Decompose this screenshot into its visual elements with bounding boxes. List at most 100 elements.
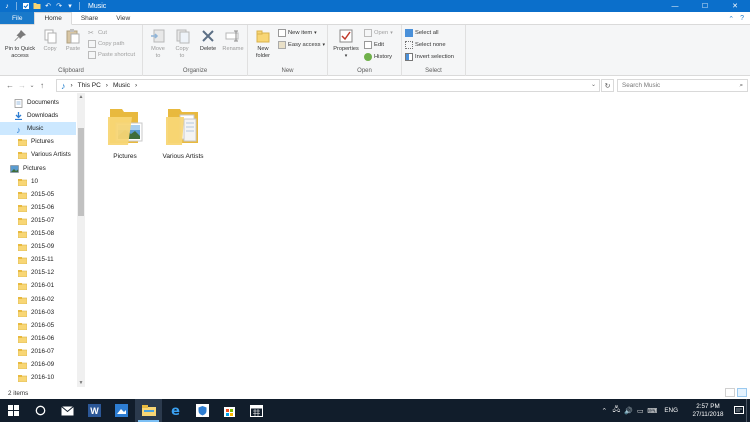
folder-tile-pictures[interactable]: Pictures	[97, 103, 153, 160]
properties-button[interactable]: Properties ▾	[330, 28, 362, 59]
nav-item-label: 2016-10	[31, 374, 55, 382]
nav-item[interactable]: Pictures	[0, 162, 46, 175]
new-folder-icon[interactable]	[33, 2, 41, 10]
copy-to-button[interactable]: Copy to	[171, 28, 193, 59]
search-input[interactable]: Search Music ⌕	[617, 79, 748, 92]
nav-item[interactable]: Various Artists	[0, 148, 71, 161]
large-icons-view-button[interactable]	[737, 388, 747, 397]
nav-item[interactable]: 2015-06	[0, 201, 54, 214]
photos-app-button[interactable]	[108, 399, 135, 422]
network-icon[interactable]: 🖧	[610, 399, 622, 422]
show-desktop-button[interactable]	[746, 399, 750, 422]
nav-item-label: 2015-05	[31, 190, 55, 198]
collapse-ribbon-icon[interactable]: ⌃	[728, 15, 734, 23]
maximize-button[interactable]: ☐	[690, 0, 720, 12]
folder-icon	[17, 296, 28, 304]
nav-item[interactable]: Pictures	[0, 135, 54, 148]
nav-item[interactable]: 2016-05	[0, 319, 54, 332]
address-dropdown-icon[interactable]: ⌄	[591, 81, 596, 88]
tab-home[interactable]: Home	[34, 12, 72, 25]
scrollbar-thumb[interactable]	[78, 128, 84, 216]
select-all-button[interactable]: Select all	[405, 29, 439, 37]
folder-tile-various-artists[interactable]: Various Artists	[155, 103, 211, 160]
invert-selection-button[interactable]: Invert selection	[405, 53, 454, 61]
word-app-button[interactable]: W	[81, 399, 108, 422]
volume-icon[interactable]: 🔊	[622, 399, 634, 422]
customize-toolbar-icon[interactable]: ▾	[66, 2, 74, 10]
redo-icon[interactable]: ↷	[55, 2, 63, 10]
nav-item[interactable]: 2016-07	[0, 345, 54, 358]
clock[interactable]: 2:57 PM 27/11/2018	[684, 403, 732, 419]
nav-item[interactable]: 2016-03	[0, 306, 54, 319]
close-button[interactable]: ✕	[720, 0, 750, 12]
recent-locations-icon[interactable]: ⌄	[28, 78, 36, 92]
nav-item[interactable]: ♪ Music	[0, 122, 76, 136]
nav-item[interactable]: 2015-07	[0, 214, 54, 227]
history-button[interactable]: History	[364, 53, 392, 61]
forward-arrow-icon[interactable]: →	[16, 78, 28, 92]
delete-button[interactable]: Delete	[197, 28, 219, 53]
show-hidden-icons-icon[interactable]: ⌃	[598, 399, 610, 422]
search-button[interactable]	[27, 399, 54, 422]
copy-path-button[interactable]: Copy path	[88, 40, 124, 48]
paste-shortcut-button[interactable]: Paste shortcut	[88, 51, 135, 59]
new-folder-button[interactable]: New folder	[251, 28, 275, 59]
scroll-down-icon[interactable]: ▼	[77, 379, 85, 387]
easy-access-button[interactable]: Easy access ▾	[278, 41, 325, 49]
minimize-button[interactable]: —	[660, 0, 690, 12]
nav-item[interactable]: Documents	[0, 96, 59, 109]
nav-item[interactable]: 2015-12	[0, 266, 54, 279]
nav-item[interactable]: Downloads	[0, 109, 58, 122]
up-arrow-icon[interactable]: ↑	[36, 78, 48, 92]
display-icon[interactable]: ▭	[634, 399, 646, 422]
nav-item[interactable]: 2015-11	[0, 253, 54, 266]
pin-quick-access-button[interactable]: Pin to Quick access	[3, 28, 37, 59]
undo-icon[interactable]: ↶	[44, 2, 52, 10]
keyboard-icon[interactable]: ⌨	[646, 399, 658, 422]
cut-button[interactable]: ✂ Cut	[88, 29, 107, 37]
refresh-button[interactable]: ↻	[601, 79, 614, 92]
select-none-button[interactable]: Select none	[405, 41, 446, 49]
details-view-button[interactable]	[725, 388, 735, 397]
nav-scrollbar[interactable]: ▲ ▼	[77, 93, 85, 387]
nav-item[interactable]: 2015-05	[0, 188, 54, 201]
nav-item-label: 2015-07	[31, 216, 55, 224]
nav-item[interactable]: 2016-09	[0, 358, 54, 371]
tab-file[interactable]: File	[0, 12, 35, 24]
tab-view[interactable]: View	[107, 12, 139, 24]
language-indicator[interactable]: ENG	[664, 407, 678, 414]
help-icon[interactable]: ?	[740, 15, 744, 22]
store-app-button[interactable]	[216, 399, 243, 422]
copy-button[interactable]: Copy	[40, 28, 60, 53]
folder-icon	[17, 230, 28, 239]
calendar-app-button[interactable]	[243, 399, 270, 422]
folder-icon	[17, 374, 28, 383]
scroll-up-icon[interactable]: ▲	[77, 93, 85, 101]
nav-item[interactable]: 2016-01	[0, 279, 54, 292]
tab-share[interactable]: Share	[72, 12, 107, 24]
rename-button[interactable]: Rename	[221, 28, 245, 53]
new-item-button[interactable]: New item ▾	[278, 29, 317, 37]
open-button[interactable]: Open ▾	[364, 29, 393, 37]
back-arrow-icon[interactable]: ←	[4, 78, 16, 92]
nav-item[interactable]: 2015-08	[0, 227, 54, 240]
nav-item[interactable]: 2016-10	[0, 371, 54, 384]
nav-item[interactable]: 2016-02	[0, 293, 54, 306]
start-button[interactable]	[0, 399, 27, 422]
move-to-button[interactable]: Move to	[147, 28, 169, 59]
nav-item[interactable]: 2016-06	[0, 332, 54, 345]
nav-item[interactable]: 10	[0, 175, 38, 188]
nav-item[interactable]: 2015-09	[0, 240, 54, 253]
mail-app-button[interactable]	[54, 399, 81, 422]
edge-app-button[interactable]: e	[162, 399, 189, 422]
edit-button[interactable]: Edit	[364, 41, 384, 49]
address-bar[interactable]: ♪ › This PC › Music › ⌄	[56, 79, 600, 92]
file-explorer-app-button[interactable]	[135, 399, 162, 422]
paste-button[interactable]: Paste	[63, 28, 83, 53]
edit-label: Edit	[374, 42, 384, 48]
properties-icon[interactable]	[22, 2, 30, 10]
breadcrumb-this-pc[interactable]: This PC	[78, 82, 101, 89]
breadcrumb-music[interactable]: Music	[113, 82, 130, 89]
action-center-button[interactable]	[732, 399, 746, 422]
defender-app-button[interactable]	[189, 399, 216, 422]
